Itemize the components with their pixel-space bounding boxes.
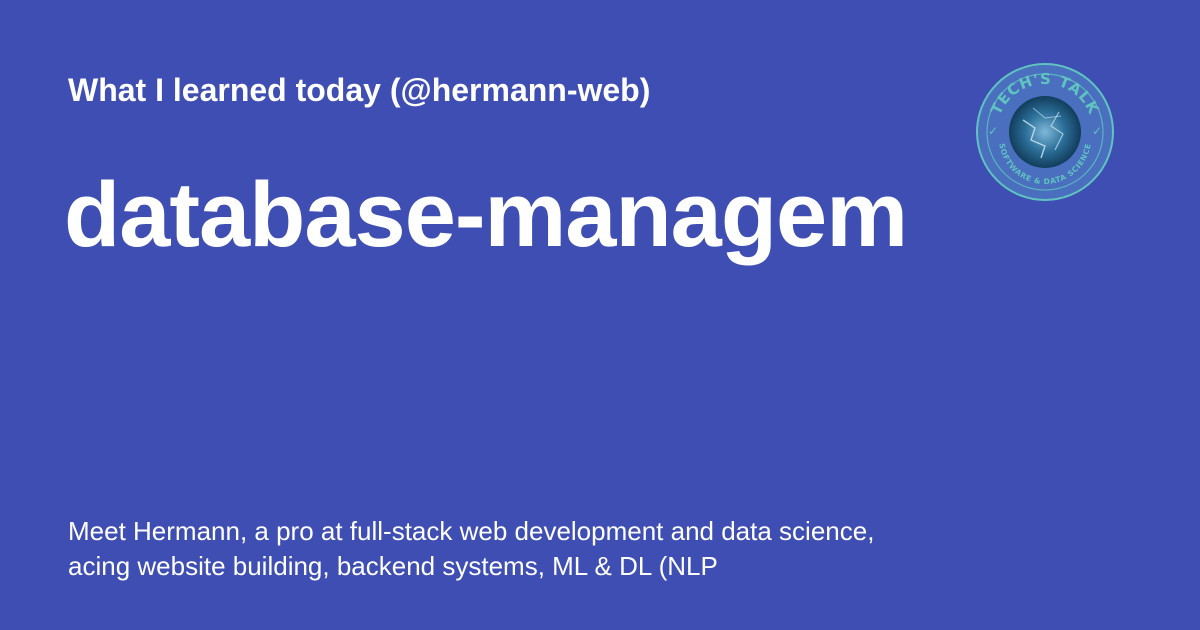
- svg-text:✓: ✓: [1092, 124, 1102, 138]
- author-description: Meet Hermann, a pro at full-stack web de…: [68, 516, 875, 581]
- techs-talk-logo-icon: TECH'S TALK SOFTWARE & DATA SCIENCE ✓ ✓: [975, 62, 1115, 202]
- tag-title: database-managem: [64, 164, 908, 266]
- svg-text:✓: ✓: [988, 124, 998, 138]
- page-subtitle: What I learned today (@hermann-web): [68, 72, 651, 108]
- social-card: What I learned today (@hermann-web) data…: [0, 0, 1200, 630]
